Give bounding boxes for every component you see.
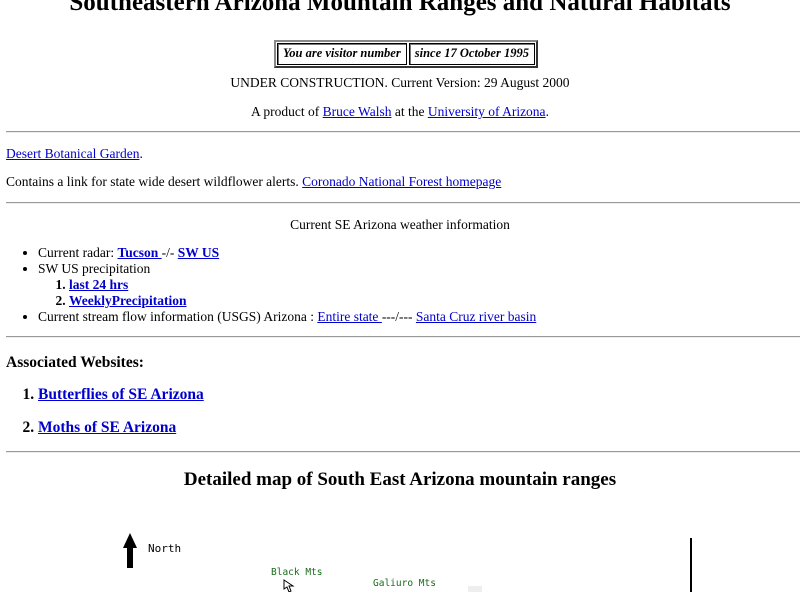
map-label-galiuro-mts: Galiuro Mts <box>373 578 436 589</box>
stream-separator: ---/--- <box>381 309 416 324</box>
garden-suffix: . <box>139 146 143 161</box>
stream-label: Current stream flow information (USGS) A… <box>38 309 318 324</box>
list-item: WeeklyPrecipitation <box>69 293 536 309</box>
counter-since: since 17 October 1995 <box>408 43 535 65</box>
pointer-icon <box>283 579 295 592</box>
precip-sublist: last 24 hrs WeeklyPrecipitation <box>38 277 536 309</box>
radar-separator: -/- <box>161 245 178 260</box>
butterflies-link[interactable]: Butterflies of SE Arizona <box>38 386 204 403</box>
product-line: A product of Bruce Walsh at the Universi… <box>0 104 800 120</box>
desert-botanical-garden-link[interactable]: Desert Botanical Garden <box>6 146 139 161</box>
moths-link[interactable]: Moths of SE Arizona <box>38 419 176 436</box>
stream-santa-cruz-link[interactable]: Santa Cruz river basin <box>416 309 536 324</box>
weather-heading: Current SE Arizona weather information <box>290 217 510 232</box>
precip-weekly-link[interactable]: WeeklyPrecipitation <box>69 293 187 308</box>
product-middle: at the <box>391 104 428 119</box>
university-link[interactable]: University of Arizona <box>428 104 546 119</box>
wildflower-text: Contains a link for state wide desert wi… <box>6 174 303 189</box>
divider <box>6 202 800 204</box>
mountain-map[interactable]: North Black Mts Galiuro Mts <box>0 500 800 592</box>
garden-line: Desert Botanical Garden. <box>6 146 143 162</box>
associated-heading: Associated Websites: <box>6 354 144 371</box>
counter-label: You are visitor number <box>277 43 407 65</box>
page-title: Southeastern Arizona Mountain Ranges and… <box>69 0 731 16</box>
list-item: Current stream flow information (USGS) A… <box>38 309 536 325</box>
visitor-counter: You are visitor number since 17 October … <box>274 40 538 68</box>
north-label: North <box>148 542 182 555</box>
construction-notice: UNDER CONSTRUCTION. Current Version: 29 … <box>230 75 570 90</box>
precip-label: SW US precipitation <box>38 261 151 276</box>
map-label-black-mts: Black Mts <box>271 567 323 578</box>
author-link[interactable]: Bruce Walsh <box>323 104 392 119</box>
map-heading: Detailed map of South East Arizona mount… <box>183 469 617 490</box>
north-arrow-icon <box>123 533 137 568</box>
radar-tucson-link[interactable]: Tucson <box>117 245 161 260</box>
list-item: Butterflies of SE Arizona <box>38 386 204 419</box>
list-item: Moths of SE Arizona <box>38 419 204 452</box>
associated-list: Butterflies of SE Arizona Moths of SE Ar… <box>0 386 204 452</box>
radar-swus-link[interactable]: SW US <box>178 245 219 260</box>
list-item: SW US precipitation last 24 hrs WeeklyPr… <box>38 261 536 309</box>
radar-label: Current radar: <box>38 245 118 260</box>
map-shade <box>468 586 482 592</box>
product-suffix: . <box>545 104 549 119</box>
list-item: last 24 hrs <box>69 277 536 293</box>
wildflower-line: Contains a link for state wide desert wi… <box>6 174 501 190</box>
list-item: Current radar: Tucson -/- SW US <box>38 245 536 261</box>
divider <box>6 131 800 133</box>
divider <box>6 451 800 453</box>
divider <box>6 336 800 338</box>
coronado-forest-link[interactable]: Coronado National Forest homepage <box>302 174 501 189</box>
precip-24hr-link[interactable]: last 24 hrs <box>69 277 128 292</box>
stream-entire-state-link[interactable]: Entire state <box>317 309 381 324</box>
weather-list: Current radar: Tucson -/- SW US SW US pr… <box>0 245 536 325</box>
product-prefix: A product of <box>251 104 323 119</box>
